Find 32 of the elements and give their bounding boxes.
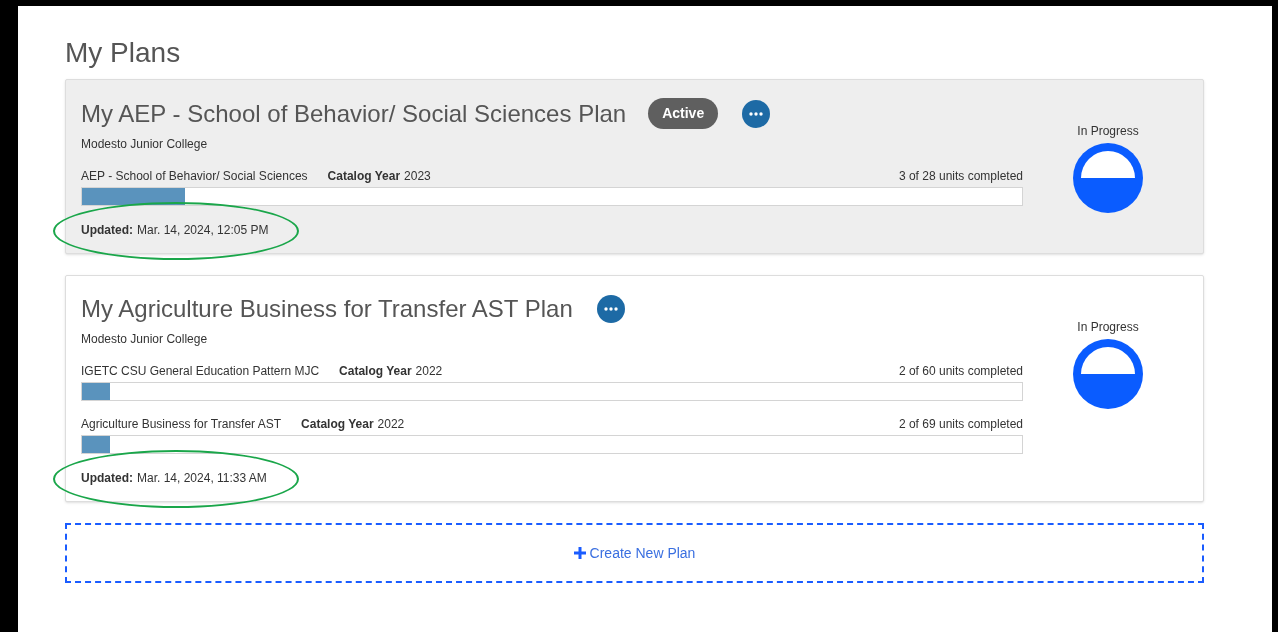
updated-label: Updated: bbox=[81, 471, 133, 485]
units-completed: 2 of 60 units completed bbox=[898, 363, 1023, 380]
program-name: IGETC CSU General Education Pattern MJC bbox=[81, 363, 320, 380]
plus-icon bbox=[573, 547, 586, 559]
create-new-plan-button[interactable]: Create New Plan bbox=[65, 523, 1204, 583]
program-name: AEP - School of Behavior/ Social Sciences bbox=[81, 168, 308, 185]
updated-date: Mar. 14, 2024, 11:33 AM bbox=[137, 471, 267, 485]
active-badge: Active bbox=[648, 98, 719, 129]
page-title: My Plans bbox=[65, 36, 182, 70]
program-name: Agriculture Business for Transfer AST bbox=[81, 416, 282, 433]
plan-title: My AEP - School of Behavior/ Social Sciences Plan bbox=[81, 98, 627, 129]
half-filled-circle-icon bbox=[1073, 143, 1143, 213]
status-label: In Progress bbox=[1077, 123, 1139, 140]
school-name: Modesto Junior College bbox=[81, 136, 209, 153]
more-options-button[interactable] bbox=[596, 295, 625, 323]
updated-date: Mar. 14, 2024, 12:05 PM bbox=[137, 223, 269, 237]
status-label: In Progress bbox=[1077, 319, 1139, 336]
school-name: Modesto Junior College bbox=[81, 331, 209, 348]
half-filled-circle-icon bbox=[1073, 339, 1143, 409]
units-completed: 3 of 28 units completed bbox=[898, 168, 1023, 185]
units-completed: 2 of 69 units completed bbox=[898, 416, 1023, 433]
catalog-year-label: Catalog Year bbox=[327, 168, 401, 185]
more-icon bbox=[603, 307, 618, 311]
catalog-year-label: Catalog Year bbox=[339, 363, 412, 380]
catalog-year-label: Catalog Year bbox=[301, 416, 374, 433]
updated-label: Updated: bbox=[81, 223, 133, 237]
more-options-button[interactable] bbox=[742, 99, 771, 128]
plan-title: My Agriculture Business for Transfer AST Plan bbox=[81, 294, 573, 324]
catalog-year: 2022 bbox=[415, 363, 443, 380]
catalog-year: 2023 bbox=[404, 168, 431, 185]
catalog-year: 2022 bbox=[377, 416, 405, 433]
more-icon bbox=[749, 111, 764, 116]
